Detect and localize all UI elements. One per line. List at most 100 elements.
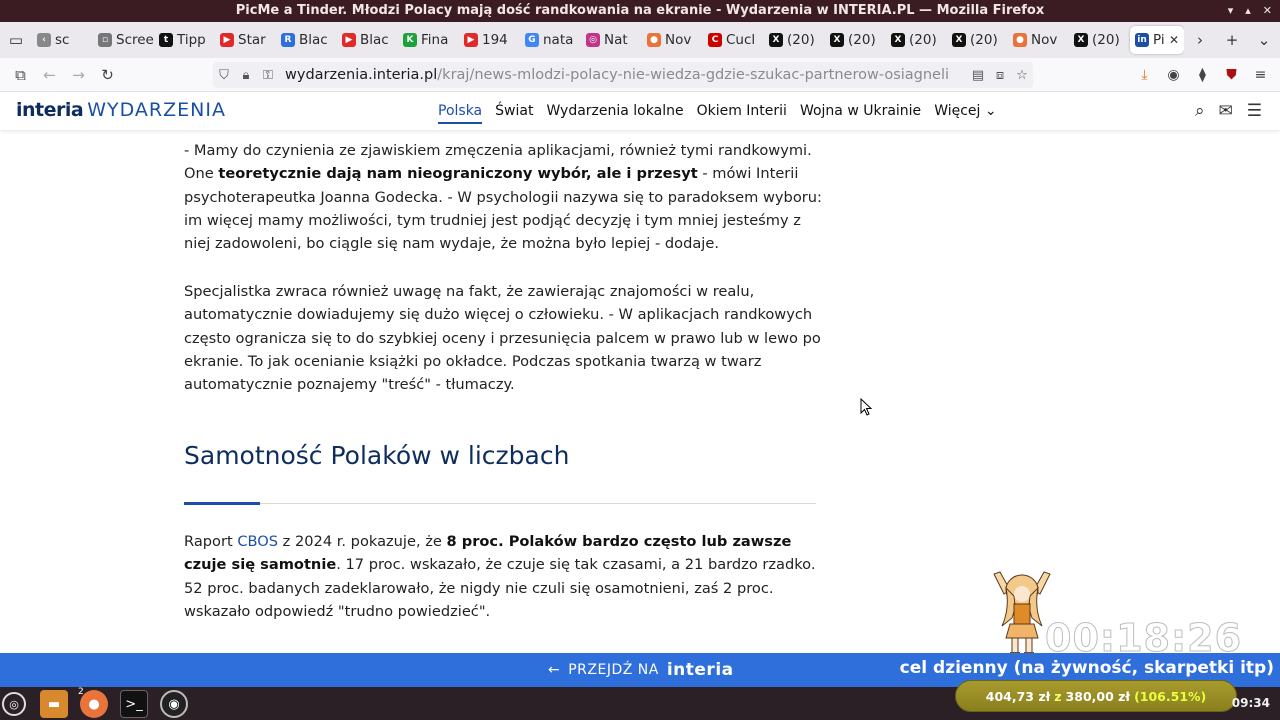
tab-label: 194 — [482, 32, 508, 48]
list-all-tabs-icon[interactable]: ⌄ — [1248, 22, 1280, 58]
x-icon: X — [1074, 33, 1088, 47]
tab-label: Screen — [116, 32, 154, 48]
donation-goal-bar: 404,73 zł z 380,00 zł (106.51%) — [955, 680, 1237, 712]
obs-icon[interactable]: ◉ — [160, 690, 188, 718]
chevron-down-icon: ⌄ — [984, 103, 997, 119]
forward-icon[interactable]: → — [64, 58, 93, 92]
tab-2[interactable]: t Tipp — [154, 26, 215, 54]
minimize-icon[interactable]: ▾ — [1228, 0, 1234, 22]
youtube-icon: ▶ — [342, 33, 356, 47]
daily-goal-text: cel dzienny (na żywność, skarpetki itp) — [899, 658, 1274, 678]
paragraph-1: - Mamy do czynienia ze zjawiskiem zmęcze… — [184, 139, 824, 255]
x-icon: X — [830, 33, 844, 47]
cbos-link[interactable]: CBOS — [237, 533, 278, 550]
menu-item-swiat[interactable]: Świat — [495, 103, 533, 119]
tipply-icon: t — [159, 33, 173, 47]
tab-16[interactable]: ● Nov — [1008, 26, 1069, 54]
account-icon[interactable]: ◉ — [1159, 67, 1188, 83]
firefox-taskbar-icon[interactable]: 2 ● — [78, 687, 108, 718]
new-tab-icon[interactable]: + — [1216, 22, 1248, 58]
amount-percent: (106.51%) — [1134, 688, 1207, 704]
lock-icon[interactable]: 🔒︎ — [235, 68, 257, 83]
tab-10[interactable]: ● Nov — [642, 26, 703, 54]
paragraph-3: Raport CBOS z 2024 r. pokazuje, że 8 pro… — [184, 530, 824, 623]
close-tab-icon[interactable]: ✕ — [1169, 33, 1179, 47]
address-bar[interactable]: ⛉ 🔒︎ ⚿ wydarzenia.interia.pl/kraj/news-m… — [213, 62, 1033, 88]
tracking-protection-icon[interactable]: ⛉ — [213, 68, 235, 83]
picture-in-picture-icon[interactable]: ⧈ — [989, 68, 1011, 83]
toolbar-right: ⤓ ◉ ⧫ ⛊ ≡ — [1130, 58, 1275, 92]
tab-label: Fina — [421, 32, 449, 48]
firefox-icon: ● — [1013, 33, 1027, 47]
amount-current: 404,73 zł — [985, 688, 1051, 704]
download-icon[interactable]: ⤓ — [1130, 67, 1159, 83]
menu-icon[interactable]: ≡ — [1246, 67, 1275, 83]
tab-1[interactable]: ▫ Screen — [93, 26, 154, 54]
x-icon: X — [891, 33, 905, 47]
tab-12[interactable]: X (20) — [764, 26, 825, 54]
tab-13[interactable]: X (20) — [825, 26, 886, 54]
k-icon: K — [403, 33, 417, 47]
firefox-icon: ● — [647, 33, 661, 47]
tab-7[interactable]: ▶ 194 — [459, 26, 520, 54]
tab-8[interactable]: Gnata — [520, 26, 581, 54]
menu-item-polska[interactable]: Polska — [438, 103, 483, 124]
arrow-left-icon: ← — [548, 662, 561, 678]
tab-9[interactable]: ◎ Nat — [581, 26, 642, 54]
maximize-icon[interactable]: ▴ — [1245, 0, 1251, 22]
url-host: wydarzenia.interia.pl — [285, 67, 438, 83]
tab-6[interactable]: K Fina — [398, 26, 459, 54]
hamburger-menu-icon[interactable]: ☰ — [1247, 101, 1262, 121]
tab-label: sc — [55, 32, 70, 48]
chevron-left-icon: ‹ — [37, 33, 51, 47]
tab-scroll-right-icon[interactable]: › — [1184, 22, 1216, 58]
amount-separator: z — [1054, 688, 1062, 704]
tab-list-icon[interactable]: ▭ — [0, 22, 32, 58]
site-logo[interactable]: interia WYDARZENIA — [16, 99, 226, 121]
window-titlebar: PicMe a Tinder. Młodzi Polacy mają dość … — [0, 0, 1280, 22]
banner-brand: interia — [666, 660, 734, 680]
permissions-icon[interactable]: ⚿ — [257, 68, 279, 83]
reload-icon[interactable]: ↻ — [93, 58, 122, 92]
tab-4[interactable]: R Blac — [276, 26, 337, 54]
menu-item-wojna-w-ukrainie[interactable]: Wojna w Ukrainie — [800, 103, 921, 119]
header-icons: ⌕ ✉ ☰ — [1195, 92, 1262, 130]
tab-15[interactable]: X (20) — [947, 26, 1008, 54]
back-icon[interactable]: ← — [35, 58, 64, 92]
tab-17[interactable]: X (20) — [1069, 26, 1130, 54]
go-to-interia-link[interactable]: ← PRZEJDŹ NA interia — [548, 660, 734, 680]
paragraph-2: Specjalistka zwraca również uwagę na fak… — [184, 283, 821, 394]
tab-label: (20) — [787, 32, 815, 48]
firefox-window-count: 2 — [78, 687, 84, 697]
search-icon[interactable]: ⌕ — [1195, 101, 1205, 121]
files-icon[interactable]: ▬ — [40, 690, 68, 718]
tab-5[interactable]: ▶ Blac — [337, 26, 398, 54]
extensions-icon[interactable]: ⧫ — [1188, 67, 1217, 83]
sidebar-toggle-icon[interactable]: ⧉ — [6, 58, 35, 92]
tab-14[interactable]: X (20) — [886, 26, 947, 54]
menu-item-wiecej[interactable]: Więcej ⌄ — [934, 103, 996, 119]
tab-3[interactable]: ▶ Star — [215, 26, 276, 54]
section-heading: Samotność Polaków w liczbach — [184, 441, 570, 470]
menu-item-wydarzenia-lokalne[interactable]: Wydarzenia lokalne — [546, 103, 683, 119]
tab-11[interactable]: C Cucl — [703, 26, 764, 54]
ublock-icon[interactable]: ⛊ — [1217, 67, 1246, 83]
close-icon[interactable]: ✕ — [1263, 0, 1272, 22]
start-menu-icon[interactable]: ◎ — [2, 692, 26, 716]
bookmark-star-icon[interactable]: ☆ — [1011, 68, 1033, 83]
mail-icon[interactable]: ✉ — [1219, 101, 1233, 121]
tab-label: Nov — [665, 32, 692, 48]
cnn-icon: C — [708, 33, 722, 47]
tab-label: Star — [238, 32, 266, 48]
tab-label: (20) — [909, 32, 937, 48]
tab-0[interactable]: ‹ sc — [32, 26, 93, 54]
tab-label: Cucl — [726, 32, 756, 48]
menu-item-okiem-interii[interactable]: Okiem Interii — [697, 103, 787, 119]
terminal-icon[interactable]: >_ — [120, 690, 148, 718]
tab-18[interactable]: in Pi ✕ — [1130, 26, 1184, 54]
url-text[interactable]: wydarzenia.interia.pl/kraj/news-mlodzi-p… — [279, 67, 949, 83]
x-icon: X — [952, 33, 966, 47]
paragraph-1-bold: teoretycznie dają nam nieograniczony wyb… — [218, 165, 698, 183]
reader-view-icon[interactable]: ▤ — [967, 68, 989, 83]
tab-strip: ▭ ‹ sc ▫ Screent Tipp ▶ Star R Blac ▶ Blac K Fina ▶ 19… — [0, 22, 1280, 58]
